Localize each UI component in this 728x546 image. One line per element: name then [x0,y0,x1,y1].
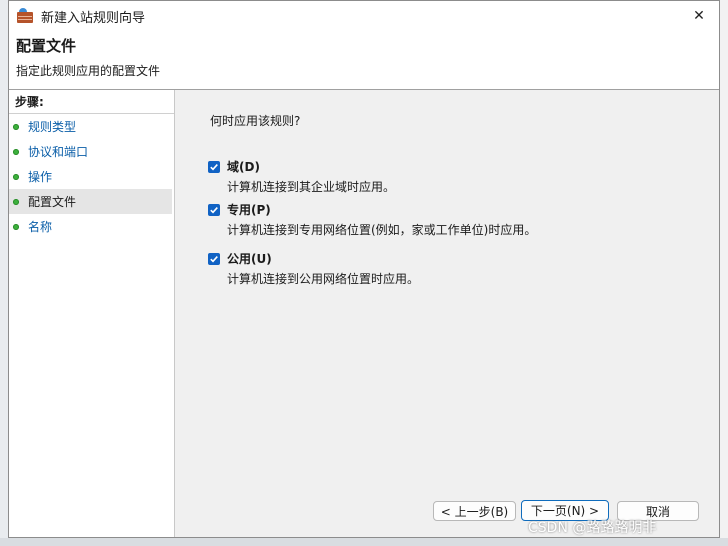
public-label[interactable]: 公用(U) [227,250,272,267]
steps-sidebar: 步骤: 规则类型 协议和端口 操作 配置文件 名称 [9,90,175,537]
step-status-dot-icon [13,123,19,130]
background-window-right [720,0,728,546]
step-label: 协议和端口 [28,145,89,159]
wizard-header: 配置文件 指定此规则应用的配置文件 [9,31,719,89]
back-button[interactable]: < 上一步(B) [433,501,516,521]
option-domain: 域(D) 计算机连接到其企业域时应用。 [208,158,395,195]
wizard-dialog: 新建入站规则向导 ✕ 配置文件 指定此规则应用的配置文件 步骤: 规则类型 协议… [8,0,720,538]
private-description: 计算机连接到专用网络位置(例如，家或工作单位)时应用。 [227,223,537,237]
domain-label[interactable]: 域(D) [227,158,260,175]
private-label[interactable]: 专用(P) [227,201,271,218]
step-status-dot-icon [13,148,19,155]
window-title: 新建入站规则向导 [41,10,146,26]
step-label: 名称 [28,220,53,234]
step-name[interactable]: 名称 [9,214,172,239]
domain-checkbox[interactable] [208,160,220,173]
checkmark-icon [210,206,218,213]
question-text: 何时应用该规则? [210,114,301,128]
title-bar: 新建入站规则向导 ✕ [9,1,719,31]
page-subtitle: 指定此规则应用的配置文件 [16,64,161,78]
wizard-body: 步骤: 规则类型 协议和端口 操作 配置文件 名称 何时应用该规则? 域(D) … [9,90,719,537]
close-button[interactable]: ✕ [687,5,711,27]
page-title: 配置文件 [16,37,77,55]
step-label: 配置文件 [28,195,77,209]
private-checkbox[interactable] [208,203,220,216]
domain-description: 计算机连接到其企业域时应用。 [227,180,396,194]
option-public: 公用(U) 计算机连接到公用网络位置时应用。 [208,250,419,287]
step-status-dot-icon [13,173,19,180]
step-status-dot-icon [13,198,19,205]
close-icon: ✕ [693,8,705,24]
step-protocol-ports[interactable]: 协议和端口 [9,139,172,164]
option-private: 专用(P) 计算机连接到专用网络位置(例如，家或工作单位)时应用。 [208,201,536,238]
checkmark-icon [210,163,218,170]
step-rule-type[interactable]: 规则类型 [9,114,172,139]
watermark-text: CSDN @路路路明非 [528,520,657,536]
public-description: 计算机连接到公用网络位置时应用。 [227,272,420,286]
step-label: 规则类型 [28,120,77,134]
step-status-dot-icon [13,223,19,230]
step-profile[interactable]: 配置文件 [9,189,172,214]
firewall-icon [17,8,33,24]
public-checkbox[interactable] [208,252,220,265]
step-label: 操作 [28,170,53,184]
step-action[interactable]: 操作 [9,164,172,189]
background-window-bottom [0,538,728,546]
main-panel: 何时应用该规则? 域(D) 计算机连接到其企业域时应用。 专用(P) 计算机连接… [175,90,719,537]
checkmark-icon [210,255,218,262]
steps-header: 步骤: [9,90,174,114]
